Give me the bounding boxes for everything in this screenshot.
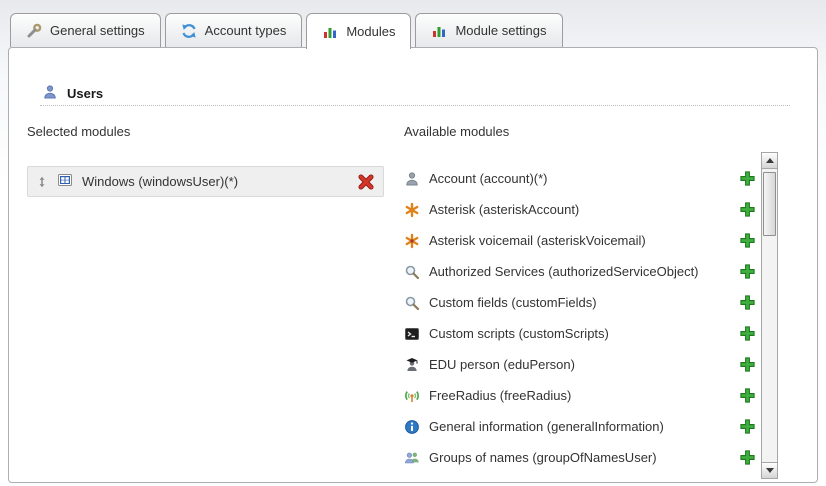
available-modules-label: Available modules (404, 124, 509, 139)
selected-module-row: Windows (windowsUser)(*) (27, 166, 384, 197)
add-module-button[interactable] (739, 449, 756, 466)
available-module-row: FreeRadius (freeRadius) (404, 380, 756, 411)
tab-label: Module settings (455, 23, 546, 38)
lam-modules-page: { "tabs": [ { "label": "General settings… (0, 0, 826, 486)
account-types-icon (181, 23, 197, 39)
selected-modules-label: Selected modules (27, 124, 130, 139)
available-module-row: Custom scripts (customScripts) (404, 318, 756, 349)
tab-label: Modules (346, 24, 395, 39)
available-modules-list: Account (account)(*) Asterisk (asteriskA… (404, 163, 756, 473)
module-name: Authorized Services (authorizedServiceOb… (429, 264, 699, 279)
account-person-icon (404, 171, 420, 187)
wrench-icon (26, 23, 42, 39)
asterisk-icon (404, 202, 420, 218)
remove-module-button[interactable] (357, 173, 375, 191)
group-icon (404, 450, 420, 466)
selected-module-name: Windows (windowsUser)(*) (82, 174, 238, 189)
add-plus-icon (739, 201, 756, 218)
add-plus-icon (739, 232, 756, 249)
add-module-button[interactable] (739, 418, 756, 435)
module-name: Account (account)(*) (429, 171, 548, 186)
tab-module-settings[interactable]: Module settings (415, 13, 562, 47)
module-name: FreeRadius (freeRadius) (429, 388, 571, 403)
tab-general-settings[interactable]: General settings (10, 13, 161, 47)
add-plus-icon (739, 294, 756, 311)
module-settings-icon (431, 23, 447, 39)
drag-handle-icon[interactable] (36, 175, 48, 189)
windows-icon (57, 172, 73, 191)
module-name: Asterisk (asteriskAccount) (429, 202, 579, 217)
module-name: Groups of names (groupOfNamesUser) (429, 450, 657, 465)
module-name: Custom fields (customFields) (429, 295, 597, 310)
scroll-up-arrow-icon (766, 158, 774, 163)
available-module-row: Groups of names (groupOfNamesUser) (404, 442, 756, 473)
user-icon (42, 84, 58, 103)
add-plus-icon (739, 356, 756, 373)
tab-bar: General settings Account types Modules (10, 13, 563, 49)
add-module-button[interactable] (739, 263, 756, 280)
module-name: Asterisk voicemail (asteriskVoicemail) (429, 233, 646, 248)
add-plus-icon (739, 387, 756, 404)
users-section-heading: Users (42, 84, 103, 103)
available-module-row: Authorized Services (authorizedServiceOb… (404, 256, 756, 287)
available-module-row: General information (generalInformation) (404, 411, 756, 442)
magnifier-icon (404, 295, 420, 311)
add-plus-icon (739, 170, 756, 187)
add-module-button[interactable] (739, 201, 756, 218)
add-module-button[interactable] (739, 170, 756, 187)
add-module-button[interactable] (739, 232, 756, 249)
add-plus-icon (739, 263, 756, 280)
asterisk-voicemail-icon (404, 233, 420, 249)
edu-person-icon (404, 357, 420, 373)
section-divider (40, 105, 790, 106)
add-module-button[interactable] (739, 356, 756, 373)
remove-x-icon (357, 173, 375, 191)
add-plus-icon (739, 325, 756, 342)
available-list-scrollbar[interactable] (761, 152, 778, 479)
module-name: Custom scripts (customScripts) (429, 326, 609, 341)
modules-icon (322, 24, 338, 40)
magnifier-icon (404, 264, 420, 280)
tab-label: Account types (205, 23, 287, 38)
add-module-button[interactable] (739, 387, 756, 404)
available-module-row: Asterisk (asteriskAccount) (404, 194, 756, 225)
add-module-button[interactable] (739, 325, 756, 342)
scroll-up-button[interactable] (762, 153, 777, 169)
add-module-button[interactable] (739, 294, 756, 311)
info-icon (404, 419, 420, 435)
available-module-row: Custom fields (customFields) (404, 287, 756, 318)
tab-modules[interactable]: Modules (306, 13, 411, 49)
add-plus-icon (739, 449, 756, 466)
module-name: General information (generalInformation) (429, 419, 664, 434)
available-module-row: EDU person (eduPerson) (404, 349, 756, 380)
module-name: EDU person (eduPerson) (429, 357, 575, 372)
scrollbar-thumb[interactable] (763, 172, 776, 236)
section-title: Users (67, 86, 103, 101)
add-plus-icon (739, 418, 756, 435)
tab-label: General settings (50, 23, 145, 38)
scroll-down-button[interactable] (762, 462, 777, 478)
terminal-icon (404, 326, 420, 342)
tab-account-types[interactable]: Account types (165, 13, 303, 47)
scroll-down-arrow-icon (766, 468, 774, 473)
available-module-row: Asterisk voicemail (asteriskVoicemail) (404, 225, 756, 256)
antenna-icon (404, 388, 420, 404)
available-module-row: Account (account)(*) (404, 163, 756, 194)
